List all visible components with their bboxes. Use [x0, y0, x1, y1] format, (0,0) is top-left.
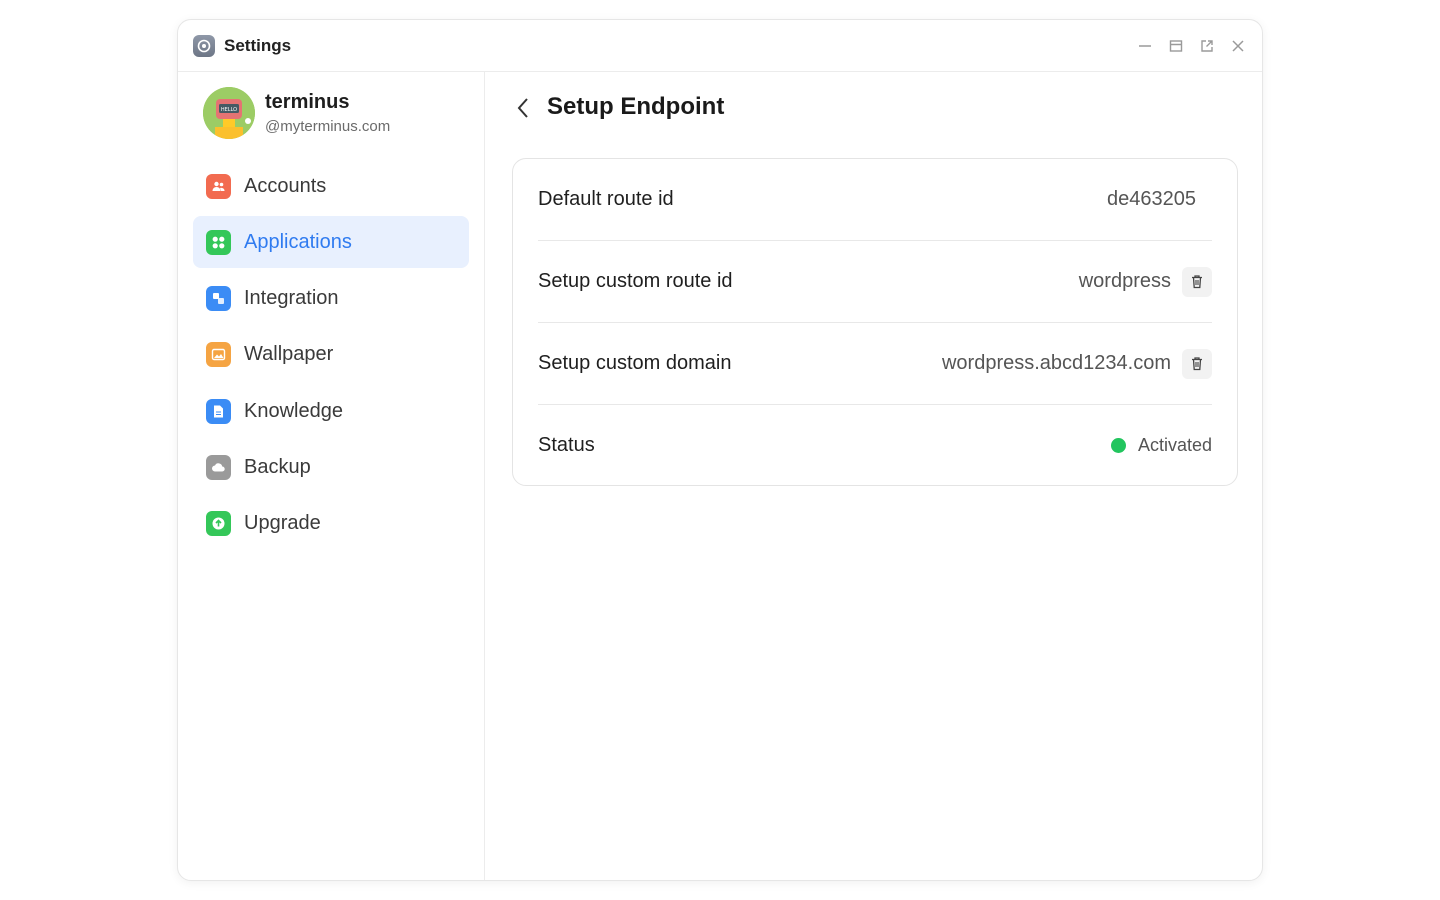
sidebar-item-integration[interactable]: Integration — [193, 273, 469, 325]
profile-handle: @myterminus.com — [265, 117, 391, 135]
upgrade-icon — [206, 511, 231, 537]
sidebar-item-applications[interactable]: Applications — [193, 216, 469, 269]
back-arrow-icon[interactable] — [512, 96, 534, 120]
backup-icon — [206, 454, 231, 480]
sidebar-item-accounts[interactable]: Accounts — [193, 160, 469, 212]
status-text: Activated — [1137, 435, 1212, 455]
sidebar-item-wallpaper[interactable]: Wallpaper — [193, 329, 469, 381]
settings-app-icon — [193, 35, 215, 57]
row-label: Setup custom route id — [538, 270, 733, 292]
title-bar: Settings — [178, 20, 1262, 72]
sidebar-item-upgrade[interactable]: Upgrade — [193, 498, 469, 550]
page-title: Setup Endpoint — [547, 93, 725, 120]
sidebar-nav: Accounts Applications Integration Wallpa… — [193, 160, 469, 554]
wallpaper-icon — [206, 342, 231, 368]
sidebar-item-label: Integration — [244, 287, 339, 310]
window-title: Settings — [224, 36, 292, 55]
sidebar-item-label: Accounts — [244, 174, 327, 197]
user-profile[interactable]: HELLO terminus @myterminus.com — [203, 87, 390, 139]
trash-icon — [1192, 357, 1202, 371]
sidebar-item-label: Upgrade — [244, 512, 321, 535]
accounts-icon — [206, 173, 231, 199]
maximize-icon[interactable] — [1165, 34, 1186, 58]
custom-domain-value: wordpress.abcd1234.com — [941, 352, 1171, 374]
default-route-value: de463205 — [1107, 188, 1196, 210]
default-route-row: Default route id de463205 — [538, 159, 1212, 240]
sidebar-item-backup[interactable]: Backup — [193, 441, 469, 493]
sidebar-item-knowledge[interactable]: Knowledge — [193, 385, 469, 437]
avatar: HELLO — [203, 87, 255, 139]
sidebar-item-label: Backup — [244, 455, 311, 478]
window-controls — [1134, 34, 1248, 58]
row-label: Setup custom domain — [538, 352, 732, 374]
row-label: Status — [538, 434, 595, 456]
status-row: Status Activated — [538, 405, 1212, 486]
sidebar-item-label: Wallpaper — [244, 343, 334, 366]
custom-route-value: wordpress — [1078, 270, 1171, 292]
sidebar-item-label: Knowledge — [244, 399, 343, 422]
integration-icon — [206, 286, 231, 312]
trash-icon — [1192, 275, 1202, 289]
sidebar: HELLO terminus @myterminus.com Accounts — [178, 72, 485, 880]
svg-text:HELLO: HELLO — [221, 107, 237, 113]
delete-route-button[interactable] — [1182, 266, 1212, 297]
minimize-icon[interactable] — [1134, 34, 1155, 58]
status-badge: Activated — [1110, 435, 1212, 456]
row-value: wordpress — [1078, 266, 1212, 297]
custom-route-row[interactable]: Setup custom route id wordpress — [538, 241, 1212, 322]
sidebar-item-label: Applications — [244, 230, 352, 253]
endpoint-card: Default route id de463205 Setup custom r… — [512, 158, 1238, 486]
close-icon[interactable] — [1227, 34, 1248, 58]
knowledge-icon — [206, 398, 231, 424]
open-external-icon[interactable] — [1196, 34, 1217, 58]
row-label: Default route id — [538, 188, 674, 210]
row-value: wordpress.abcd1234.com — [941, 348, 1212, 379]
main-content: Setup Endpoint Default route id de463205… — [486, 72, 1262, 880]
status-dot-icon — [1110, 438, 1126, 453]
profile-name: terminus — [265, 90, 350, 113]
settings-window: Settings HELLO terminus @myterminus.com … — [177, 19, 1263, 881]
delete-domain-button[interactable] — [1182, 348, 1212, 379]
custom-domain-row[interactable]: Setup custom domain wordpress.abcd1234.c… — [538, 323, 1212, 404]
applications-icon — [206, 229, 231, 255]
